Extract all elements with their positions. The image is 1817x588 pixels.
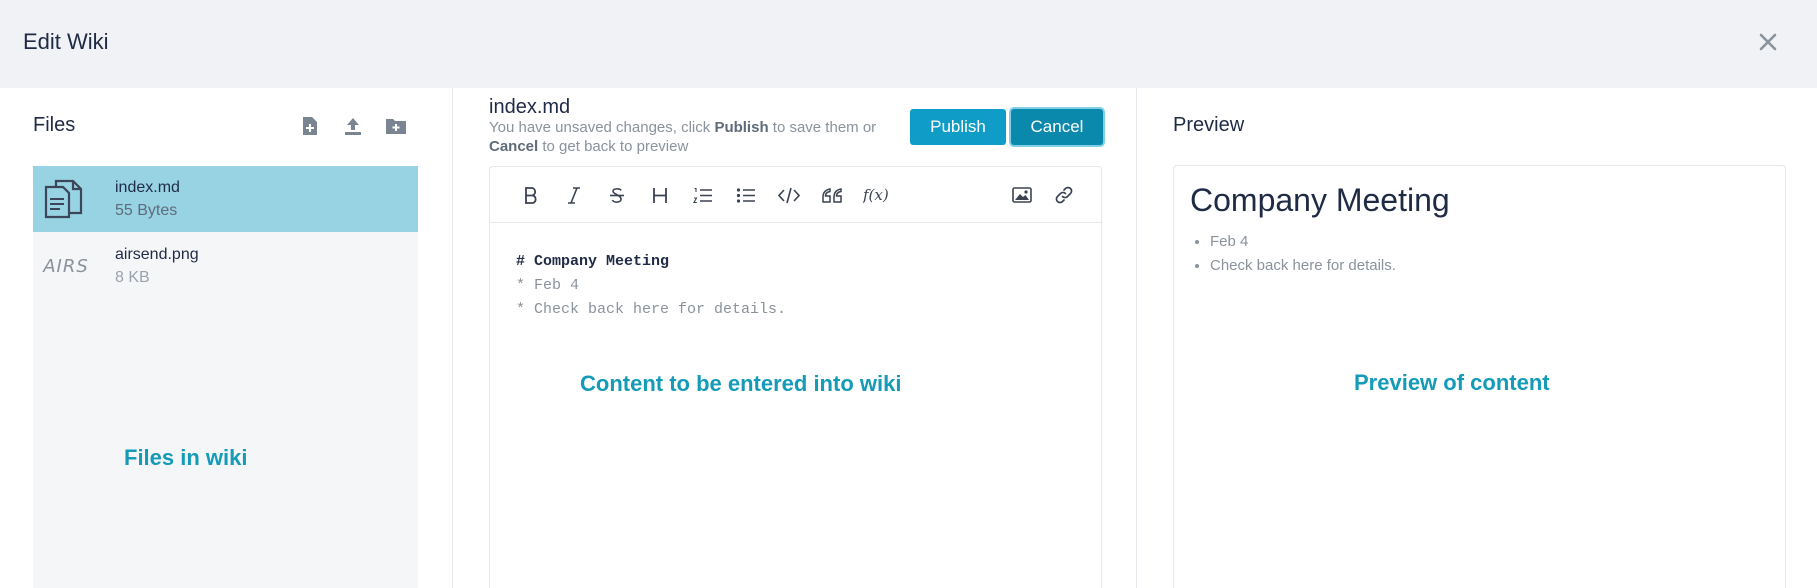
thumbnail-text: AIRS: [43, 255, 89, 277]
editor-toolbar: f(x): [490, 167, 1101, 223]
file-name: index.md: [115, 179, 180, 196]
modal-title: Edit Wiki: [23, 29, 109, 54]
quote-icon[interactable]: [820, 183, 844, 207]
upload-icon[interactable]: [341, 114, 365, 138]
file-size: 55 Bytes: [115, 202, 178, 219]
editor-filename: index.md: [489, 96, 571, 118]
ordered-list-icon[interactable]: [691, 183, 715, 207]
files-list: index.md 55 Bytes AIRS airsend.png 8 KB …: [33, 166, 418, 588]
preview-title: Preview: [1173, 114, 1245, 136]
annotation-preview: Preview of content: [1354, 370, 1550, 395]
preview-heading: Company Meeting: [1190, 182, 1450, 218]
editor-line: * Feb 4: [516, 277, 580, 294]
link-icon[interactable]: [1052, 183, 1076, 207]
files-panel: Files index.md 55 Bytes AIRS airsend.png…: [0, 88, 453, 588]
italic-icon[interactable]: [562, 183, 586, 207]
files-title: Files: [33, 114, 76, 136]
document-icon: [40, 178, 92, 220]
image-icon[interactable]: [1010, 183, 1034, 207]
editor-line: # Company Meeting: [516, 253, 670, 270]
files-toolbar: [298, 114, 408, 138]
annotation-editor: Content to be entered into wiki: [580, 371, 902, 396]
close-icon[interactable]: [1754, 28, 1782, 56]
editor-content[interactable]: # Company Meeting * Feb 4 * Check back her…: [516, 250, 786, 322]
bullet-list-icon[interactable]: [734, 183, 758, 207]
new-file-icon[interactable]: [298, 114, 322, 138]
editor-panel: index.md You have unsaved changes, click…: [454, 88, 1137, 588]
code-icon[interactable]: [777, 183, 801, 207]
cancel-button[interactable]: Cancel: [1011, 109, 1103, 145]
list-item[interactable]: index.md 55 Bytes: [33, 166, 418, 232]
file-size: 8 KB: [115, 269, 150, 286]
preview-panel: Preview Company Meeting Feb 4 Check back…: [1138, 88, 1817, 588]
bold-icon[interactable]: [519, 183, 543, 207]
list-item[interactable]: AIRS airsend.png 8 KB: [33, 233, 418, 299]
unsaved-hint: You have unsaved changes, click Publish …: [489, 119, 877, 155]
annotation-files: Files in wiki: [124, 445, 248, 470]
markdown-editor[interactable]: f(x) # Company Meeting * Feb 4 * Check bac…: [489, 166, 1102, 588]
formula-icon[interactable]: f(x): [863, 183, 893, 207]
editor-line: * Check back here for details.: [516, 301, 787, 318]
image-thumbnail: AIRS: [40, 245, 92, 287]
preview-list-item: Check back here for details.: [1210, 254, 1396, 278]
strikethrough-icon[interactable]: [605, 183, 629, 207]
preview-list-item: Feb 4: [1210, 230, 1396, 254]
svg-text:f(x): f(x): [863, 186, 889, 204]
modal-header: Edit Wiki: [0, 0, 1817, 88]
publish-button[interactable]: Publish: [910, 109, 1006, 145]
preview-list: Feb 4 Check back here for details.: [1210, 230, 1396, 278]
heading-icon[interactable]: [648, 183, 672, 207]
file-name: airsend.png: [115, 246, 199, 263]
preview-content: Company Meeting Feb 4 Check back here fo…: [1173, 165, 1786, 588]
new-folder-icon[interactable]: [384, 114, 408, 138]
